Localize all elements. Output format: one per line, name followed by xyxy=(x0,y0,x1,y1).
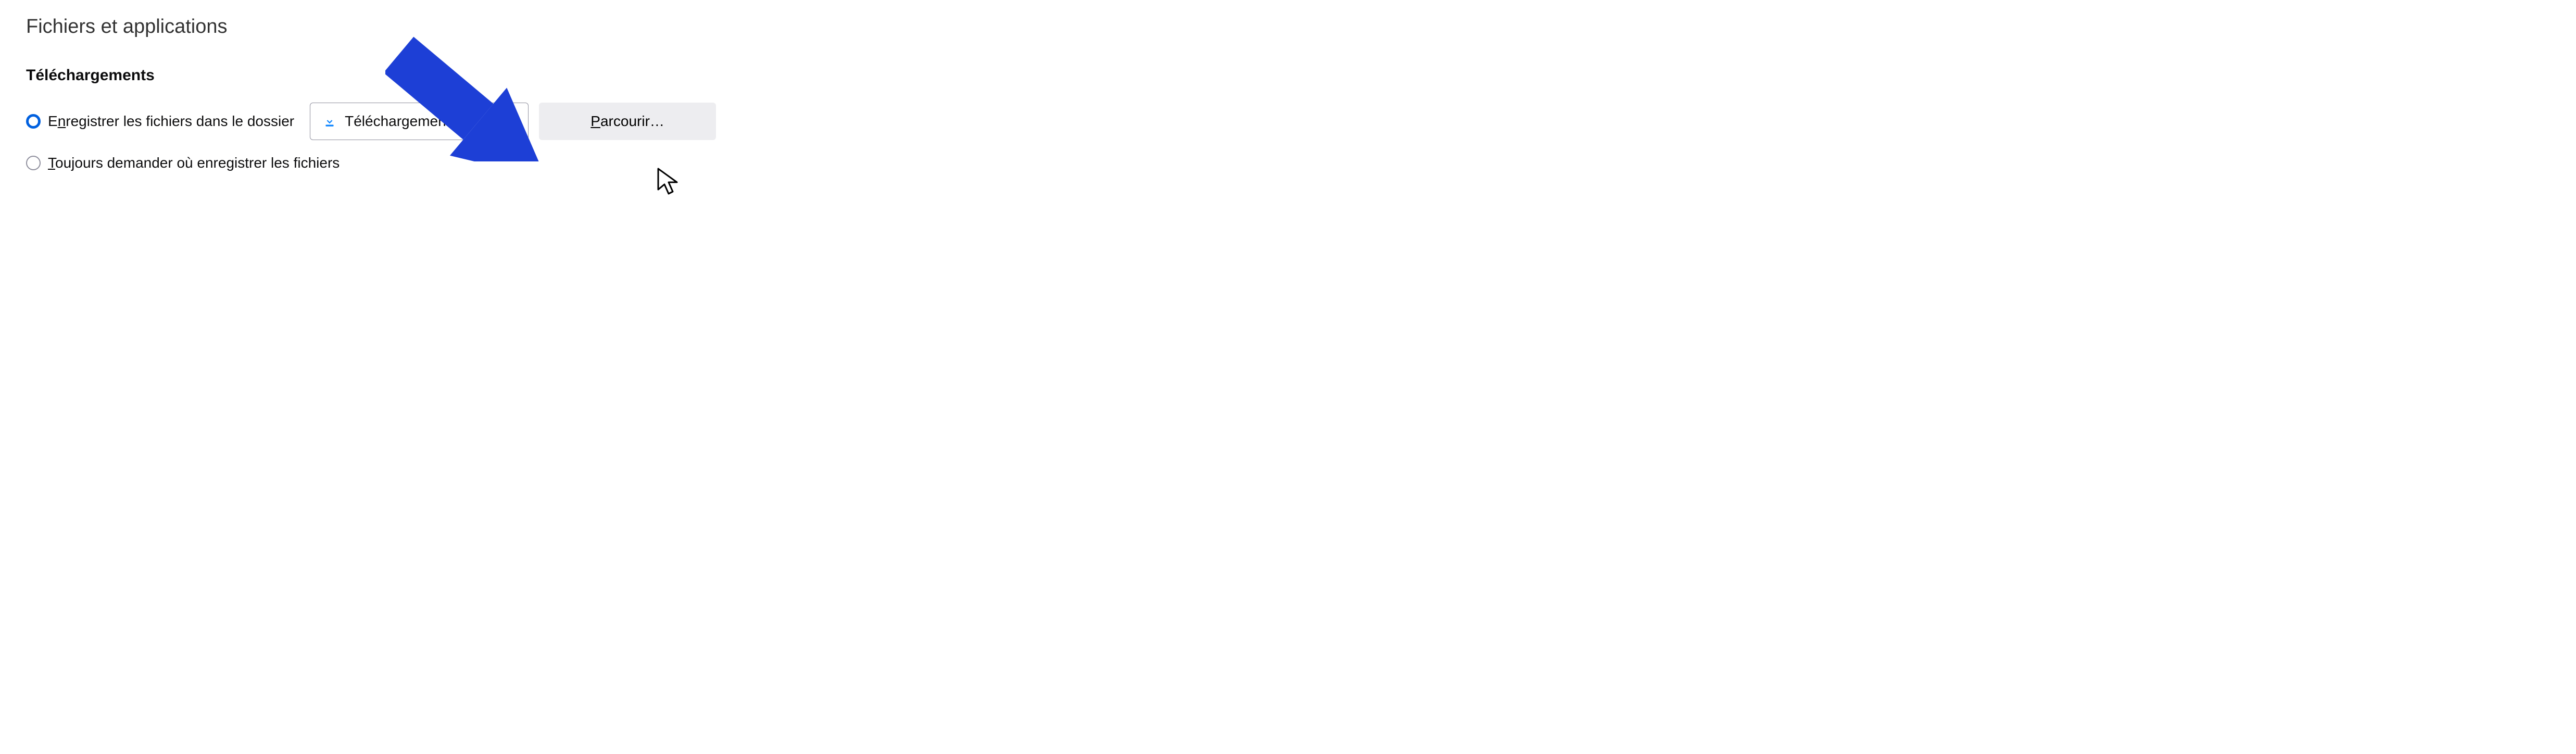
radio-save-label: Enregistrer les fichiers dans le dossier xyxy=(48,113,294,130)
downloads-title: Téléchargements xyxy=(26,67,2550,84)
radio-ask-label: Toujours demander où enregistrer les fic… xyxy=(48,155,340,171)
download-arrow-icon xyxy=(323,115,336,128)
radio-unselected-icon xyxy=(26,156,41,170)
radio-save-to-folder[interactable]: Enregistrer les fichiers dans le dossier xyxy=(26,113,294,130)
section-title: Fichiers et applications xyxy=(26,16,2550,38)
cursor-icon xyxy=(656,167,681,198)
save-folder-row: Enregistrer les fichiers dans le dossier… xyxy=(26,103,2550,140)
download-folder-field[interactable]: Téléchargements xyxy=(310,103,529,140)
browse-button[interactable]: Parcourir… xyxy=(539,103,716,140)
browse-button-label: Parcourir… xyxy=(590,113,664,130)
radio-selected-icon xyxy=(26,114,41,129)
download-folder-name: Téléchargements xyxy=(345,113,457,130)
radio-always-ask[interactable]: Toujours demander où enregistrer les fic… xyxy=(26,155,340,171)
always-ask-row: Toujours demander où enregistrer les fic… xyxy=(26,155,2550,171)
